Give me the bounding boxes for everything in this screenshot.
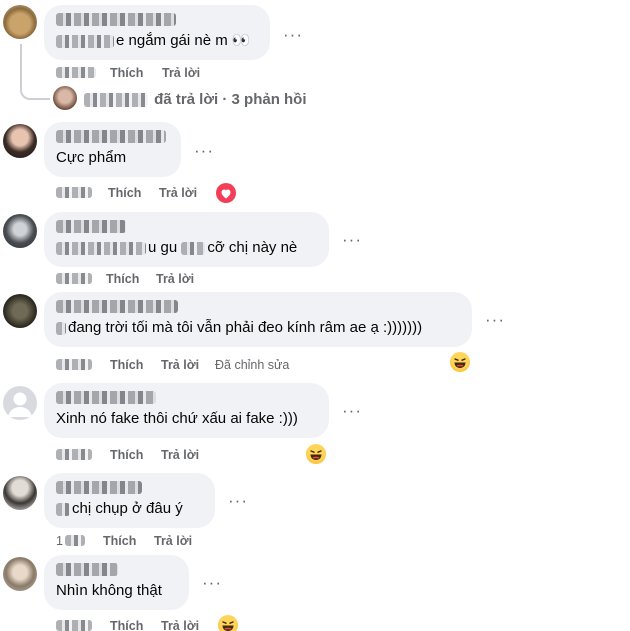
redacted-text	[56, 321, 66, 335]
comment-actions: 1 Thích Trả lời	[56, 534, 256, 550]
comment-actions: Thích Trả lời	[56, 448, 256, 464]
comment-bubble: đang trời tối mà tôi vẫn phải đeo kính r…	[44, 292, 472, 347]
haha-glyph	[222, 621, 234, 631]
comment-time	[56, 620, 92, 631]
avatar[interactable]	[3, 476, 37, 510]
more-options-icon[interactable]: ···	[228, 492, 248, 509]
like-button[interactable]: Thích	[103, 534, 136, 548]
commenter-name[interactable]	[56, 481, 142, 494]
redacted-text	[181, 241, 206, 255]
haha-glyph	[310, 450, 322, 460]
reply-button[interactable]: Trả lời	[156, 272, 194, 286]
avatar[interactable]	[3, 294, 37, 328]
haha-icon[interactable]	[450, 352, 470, 372]
comment-bubble: chị chụp ở đâu ý	[44, 473, 215, 528]
comment-text: e ngắm gái nè m 👀	[56, 31, 251, 51]
like-button[interactable]: Thích	[110, 619, 143, 631]
comment-text: đang trời tối mà tôi vẫn phải đeo kính r…	[56, 318, 422, 338]
like-button[interactable]: Thích	[110, 448, 143, 462]
avatar[interactable]	[3, 124, 37, 158]
view-replies-link[interactable]: đã trả lời · 3 phản hồi	[84, 91, 307, 108]
more-options-icon[interactable]: ···	[342, 231, 362, 248]
comment-actions: Thích Trả lời	[56, 66, 256, 82]
like-button[interactable]: Thích	[110, 66, 143, 80]
reply-button[interactable]: Trả lời	[161, 358, 199, 372]
reply-button[interactable]: Trả lời	[161, 448, 199, 462]
comment-text: Nhìn không thật	[56, 582, 162, 599]
reply-button[interactable]: Trả lời	[161, 619, 199, 631]
redacted-text	[56, 34, 114, 48]
comment-time	[56, 187, 92, 198]
reply-button[interactable]: Trả lời	[162, 66, 200, 80]
default-avatar[interactable]	[3, 386, 37, 420]
edited-label[interactable]: Đã chỉnh sửa	[215, 358, 289, 372]
thread-connector	[20, 44, 50, 100]
haha-icon[interactable]	[218, 615, 238, 631]
like-button[interactable]: Thích	[106, 272, 139, 286]
commenter-name[interactable]	[56, 300, 178, 313]
haha-glyph	[454, 358, 466, 368]
person-icon	[8, 392, 32, 417]
comment-text: u gu cỡ chị này nè	[56, 238, 297, 258]
avatar[interactable]	[3, 557, 37, 591]
more-options-icon[interactable]: ···	[283, 26, 303, 43]
reply-button[interactable]: Trả lời	[154, 534, 192, 548]
like-button[interactable]: Thích	[108, 186, 141, 200]
commenter-name[interactable]	[56, 13, 176, 26]
comment-text: chị chụp ở đâu ý	[56, 499, 183, 519]
redacted-name	[84, 93, 148, 108]
comment-time	[56, 273, 92, 284]
comment-time	[56, 359, 92, 370]
comment-time[interactable]: 1	[56, 534, 63, 548]
haha-icon[interactable]	[306, 444, 326, 464]
comment-bubble: u gu cỡ chị này nè	[44, 212, 329, 267]
more-options-icon[interactable]: ···	[485, 311, 505, 328]
avatar[interactable]	[3, 214, 37, 248]
comment-text: Cực phẩm	[56, 149, 127, 166]
redacted-time	[65, 535, 85, 546]
comment-time	[56, 449, 92, 460]
redacted-text	[56, 241, 146, 255]
commenter-name[interactable]	[56, 130, 166, 143]
commenter-name[interactable]	[56, 563, 118, 576]
comment-bubble: e ngắm gái nè m 👀	[44, 5, 270, 60]
redacted-text	[56, 502, 70, 516]
more-options-icon[interactable]: ···	[194, 142, 214, 159]
comment-actions: Thích Trả lời Đã chỉnh sửa	[56, 358, 356, 374]
commenter-name[interactable]	[56, 391, 156, 404]
more-options-icon[interactable]: ···	[342, 402, 362, 419]
reply-avatar[interactable]	[53, 86, 77, 110]
comment-bubble: Xinh nó fake thôi chứ xấu ai fake :)))	[44, 383, 329, 438]
comment-bubble: Cực phẩm	[44, 122, 181, 177]
heart-icon[interactable]	[216, 183, 236, 203]
comment-bubble: Nhìn không thật	[44, 555, 189, 610]
like-button[interactable]: Thích	[110, 358, 143, 372]
comment-actions: Thích Trả lời	[56, 272, 256, 288]
heart-glyph	[221, 189, 231, 198]
avatar[interactable]	[3, 5, 37, 39]
commenter-name[interactable]	[56, 220, 126, 233]
reply-button[interactable]: Trả lời	[159, 186, 197, 200]
more-options-icon[interactable]: ···	[202, 574, 222, 591]
comment-time	[56, 67, 96, 78]
comment-text: Xinh nó fake thôi chứ xấu ai fake :)))	[56, 410, 298, 427]
